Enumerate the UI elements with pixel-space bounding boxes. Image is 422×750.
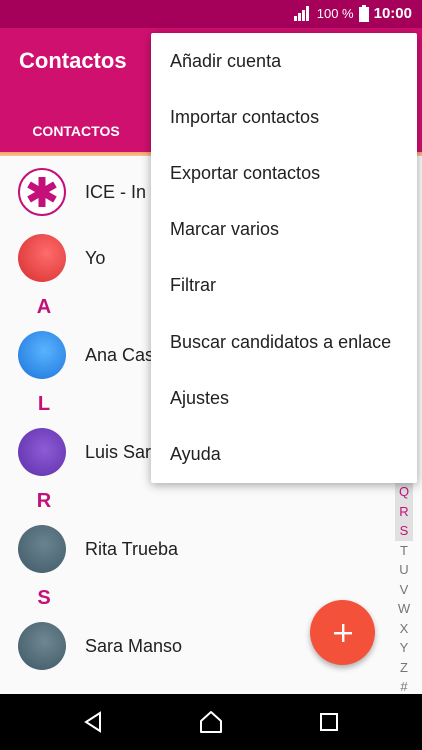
tab-contactos[interactable]: CONTACTOS [0, 106, 152, 156]
section-header: R [36, 490, 52, 512]
contact-name: Yo [85, 247, 106, 268]
index-letter[interactable]: R [395, 501, 413, 521]
menu-item-help[interactable]: Ayuda [151, 426, 417, 482]
avatar [18, 525, 66, 573]
index-letter[interactable]: Q [395, 482, 413, 502]
menu-item-export-contacts[interactable]: Exportar contactos [151, 145, 417, 201]
list-item-rita[interactable]: Rita Trueba [0, 515, 400, 583]
index-letter[interactable]: V [395, 580, 413, 600]
contact-name: Rita Trueba [85, 538, 179, 559]
menu-item-import-contacts[interactable]: Importar contactos [151, 89, 417, 145]
menu-item-find-link-candidates[interactable]: Buscar candidatos a enlace [151, 314, 417, 370]
navigation-bar [0, 694, 422, 750]
clock: 10:00 [373, 5, 412, 22]
home-button[interactable] [197, 708, 225, 736]
section-header: S [37, 587, 51, 609]
menu-item-settings[interactable]: Ajustes [151, 370, 417, 426]
avatar [18, 428, 66, 476]
signal-icon [293, 6, 309, 21]
battery-icon [358, 5, 369, 22]
index-letter[interactable]: U [395, 560, 413, 580]
add-contact-button[interactable] [310, 600, 375, 665]
plus-icon [333, 623, 352, 642]
ice-avatar [18, 168, 66, 216]
index-letter[interactable]: Z [395, 658, 413, 678]
index-letter[interactable]: Y [395, 638, 413, 658]
home-icon [200, 711, 222, 733]
alphabet-index[interactable]: Q R S T U V W X Y Z # [395, 482, 413, 697]
avatar [18, 622, 66, 670]
menu-item-add-account[interactable]: Añadir cuenta [151, 33, 417, 89]
index-letter[interactable]: X [395, 619, 413, 639]
contact-name: Ana Cas [85, 344, 155, 365]
section-header: L [37, 393, 51, 415]
contact-name: Sara Manso [85, 635, 183, 656]
index-letter[interactable]: W [395, 599, 413, 619]
recents-button[interactable] [315, 708, 343, 736]
recents-icon [320, 713, 338, 731]
avatar [18, 331, 66, 379]
menu-item-filter[interactable]: Filtrar [151, 258, 417, 314]
menu-item-mark-several[interactable]: Marcar varios [151, 202, 417, 258]
contact-name: Luis Sar [85, 441, 152, 462]
battery-percent: 100 % [316, 6, 354, 21]
overflow-menu: Añadir cuenta Importar contactos Exporta… [151, 33, 417, 483]
back-icon [84, 711, 101, 733]
index-letter[interactable]: T [395, 541, 413, 561]
back-button[interactable] [80, 708, 108, 736]
index-letter[interactable]: S [395, 521, 413, 541]
app-title: Contactos [19, 48, 127, 73]
status-bar: 100 % 10:00 [0, 0, 422, 28]
avatar [18, 234, 66, 282]
section-header: A [36, 296, 52, 318]
